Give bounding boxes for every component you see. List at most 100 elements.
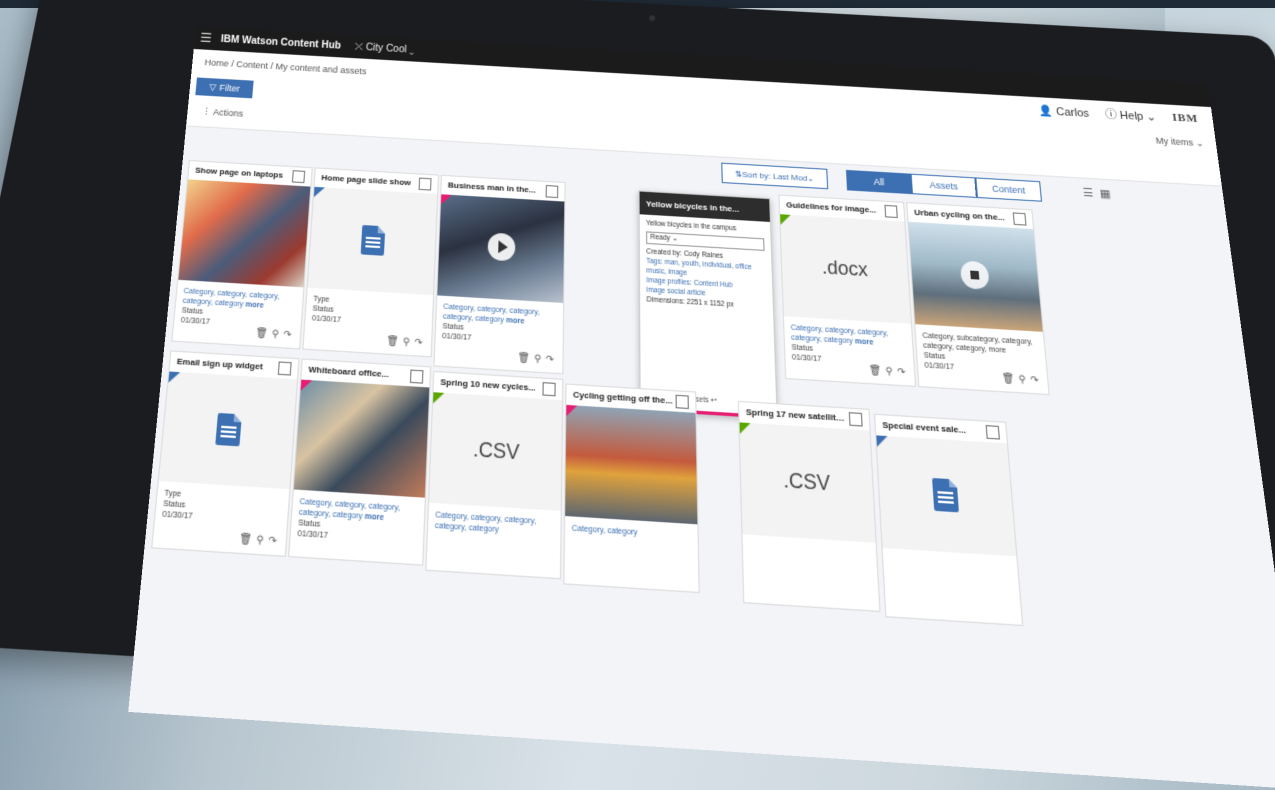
- card-meta: Category, category, category, category, …: [435, 510, 554, 539]
- my-items-dropdown[interactable]: My items ⌄: [1155, 136, 1204, 150]
- card-meta: Type Status 01/30/17: [312, 294, 427, 330]
- card-title: Home page slide show: [321, 172, 412, 188]
- select-checkbox[interactable]: [277, 361, 292, 376]
- share-icon[interactable]: ↷: [283, 329, 292, 342]
- select-checkbox[interactable]: [542, 382, 556, 397]
- document-icon: [360, 224, 386, 256]
- share-icon[interactable]: ↷: [897, 366, 906, 379]
- card-meta: Category, category, category, category, …: [297, 497, 418, 547]
- card-type: Type: [163, 489, 182, 499]
- asset-card[interactable]: Spring 17 new satellites... .CSV: [737, 400, 881, 613]
- file-thumbnail: .CSV: [739, 422, 876, 543]
- link-icon[interactable]: ⚲: [272, 328, 280, 340]
- trash-icon[interactable]: 🗑: [869, 364, 882, 377]
- content-type-corner: [876, 435, 889, 448]
- asset-card[interactable]: Show page on laptops Category, category,…: [171, 159, 313, 350]
- select-checkbox[interactable]: [418, 177, 432, 191]
- site-name: City Cool: [365, 41, 407, 55]
- trash-icon[interactable]: 🗑: [255, 327, 268, 340]
- share-icon[interactable]: ↷: [1030, 374, 1039, 387]
- trash-icon[interactable]: 🗑: [517, 352, 530, 365]
- status-value: Ready: [650, 233, 671, 243]
- more-link[interactable]: more: [506, 317, 525, 326]
- asset-details-popup[interactable]: Yellow bicycles in the... Yellow bicycle…: [638, 190, 778, 420]
- breadcrumb[interactable]: Home / Content / My content and assets: [204, 57, 367, 76]
- asset-card[interactable]: Spring 10 new cycles... .CSV Category, c…: [425, 370, 564, 580]
- card-meta: Category, category, category, category, …: [180, 287, 296, 333]
- user-menu[interactable]: 👤 Carlos: [1038, 104, 1089, 120]
- card-categories: Category, category, category, category, …: [182, 287, 280, 309]
- hamburger-menu-icon[interactable]: ☰: [194, 30, 218, 47]
- segment-assets[interactable]: Assets: [910, 173, 977, 198]
- undo-icon[interactable]: ↩: [711, 397, 717, 405]
- card-categories: Category, category, category, category, …: [434, 511, 537, 535]
- doc-bg: [307, 186, 438, 296]
- asset-card[interactable]: Urban cycling on the... Category, subcat…: [906, 202, 1050, 396]
- asset-card[interactable]: Cycling getting off the... Category, cat…: [563, 383, 700, 594]
- more-link[interactable]: more: [245, 301, 264, 310]
- card-title: Whiteboard office...: [308, 364, 390, 380]
- file-extension: .CSV: [429, 392, 563, 511]
- office-meeting-photo: [178, 179, 311, 288]
- asset-card[interactable]: Whiteboard office... Category, category,…: [288, 358, 432, 566]
- content-type-corner: [168, 371, 181, 384]
- select-checkbox[interactable]: [1012, 212, 1027, 226]
- share-icon[interactable]: ↷: [268, 534, 277, 548]
- site-switcher[interactable]: ⤫ City Cool ⌄: [355, 41, 415, 55]
- content-type-corner: [300, 379, 313, 392]
- select-checkbox[interactable]: [848, 412, 863, 427]
- select-checkbox[interactable]: [291, 170, 306, 184]
- link-icon[interactable]: ⚲: [885, 365, 893, 378]
- help-menu[interactable]: ⓘ Help ⌄: [1104, 106, 1157, 125]
- trash-icon[interactable]: 🗑: [1001, 372, 1015, 385]
- more-link[interactable]: more: [855, 338, 874, 347]
- select-checkbox[interactable]: [884, 204, 898, 219]
- card-title: Urban cycling on the...: [913, 207, 1005, 223]
- more-link[interactable]: more: [365, 513, 385, 523]
- link-icon[interactable]: ⚲: [256, 533, 264, 547]
- card-categories: Category, category, category, category, …: [790, 324, 889, 346]
- filter-icon: ▽: [208, 81, 217, 92]
- link-icon[interactable]: ⚲: [403, 336, 411, 349]
- asset-card[interactable]: Guidelines for image... .docx Category, …: [778, 194, 917, 388]
- card-meta: Category, subcategory, category, categor…: [922, 331, 1040, 378]
- asset-card[interactable]: Email sign up widget Type Status 01/30/1…: [151, 350, 300, 557]
- grid-view-icon[interactable]: ▦: [1099, 187, 1111, 201]
- photo-thumbnail: [293, 379, 430, 498]
- filter-button[interactable]: ▽ Filter: [195, 77, 254, 99]
- segment-all[interactable]: All: [845, 169, 912, 195]
- asset-card[interactable]: Business man in the... Category, categor…: [433, 174, 566, 375]
- asset-card[interactable]: Special event sale...: [874, 413, 1024, 627]
- card-title: Spring 10 new cycles...: [440, 376, 536, 393]
- segment-content[interactable]: Content: [975, 177, 1043, 202]
- card-status: Status: [791, 344, 814, 354]
- view-toggle: ☰ ▦: [1082, 186, 1111, 201]
- card-title: Guidelines for image...: [785, 200, 877, 215]
- link-icon[interactable]: ⚲: [534, 353, 541, 366]
- card-date: 01/30/17: [924, 361, 955, 372]
- select-checkbox[interactable]: [409, 369, 424, 384]
- link-icon[interactable]: ⚲: [1018, 373, 1026, 386]
- type-segmented-control: All Assets Content: [845, 169, 1043, 202]
- card-actions: 🗑 ⚲ ↷: [255, 327, 292, 341]
- card-meta: Type Status 01/30/17: [162, 488, 283, 527]
- list-view-icon[interactable]: ☰: [1082, 186, 1094, 200]
- content-type-corner: [440, 194, 452, 206]
- share-icon[interactable]: ↷: [546, 353, 554, 366]
- asset-card[interactable]: Home page slide show Type Status 01/30/1…: [302, 167, 439, 358]
- card-meta: Category, category, category, category, …: [791, 323, 908, 370]
- trash-icon[interactable]: 🗑: [239, 532, 253, 546]
- file-thumbnail: .docx: [780, 214, 911, 324]
- select-checkbox[interactable]: [985, 425, 1000, 440]
- user-name: Carlos: [1055, 105, 1090, 120]
- card-categories: Category, category, category, category, …: [442, 303, 540, 325]
- trash-icon[interactable]: 🗑: [386, 335, 399, 348]
- select-checkbox[interactable]: [545, 185, 559, 199]
- select-checkbox[interactable]: [675, 394, 689, 410]
- cycling-street-photo: [565, 404, 698, 525]
- card-type: Type: [312, 295, 330, 305]
- camera: [648, 15, 656, 22]
- actions-menu[interactable]: ⋮ Actions: [201, 106, 243, 119]
- share-icon[interactable]: ↷: [414, 337, 423, 350]
- sort-dropdown[interactable]: ⇅ Sort by: Last Mod ⌄: [721, 162, 829, 190]
